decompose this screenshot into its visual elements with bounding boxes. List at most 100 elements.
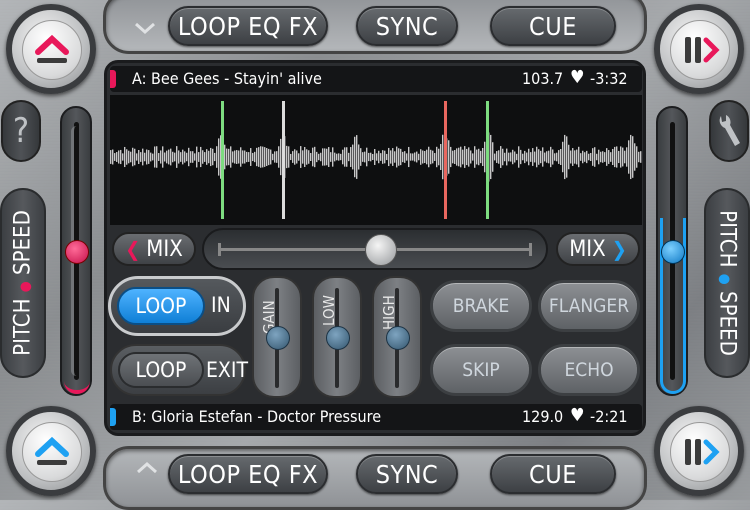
deck-b-up-button[interactable] (6, 406, 96, 496)
gain-knob[interactable] (266, 326, 290, 350)
waveform-sample (470, 150, 472, 164)
cue-button-top[interactable]: CUE (490, 6, 616, 46)
button-face (22, 422, 82, 482)
waveform-sample (156, 146, 158, 168)
waveform-sample (168, 149, 170, 165)
sync-button-top[interactable]: SYNC (356, 6, 458, 46)
waveform-sample (296, 150, 298, 164)
help-button[interactable]: ? (1, 100, 41, 162)
exit-label[interactable]: EXIT (206, 358, 248, 382)
deck-a-indicator (110, 70, 116, 88)
waveform-sample (600, 151, 602, 163)
deck-b-play-pause-button[interactable] (654, 406, 744, 496)
waveform-sample (212, 148, 214, 166)
waveform-sample (552, 149, 554, 165)
waveform-sample (272, 153, 274, 161)
waveform-sample (576, 149, 578, 165)
deck-a-pitch-speed-toggle[interactable]: PITCH ● SPEED (0, 188, 46, 378)
waveform-sample (400, 148, 402, 166)
beat-marker (486, 101, 489, 219)
brake-button[interactable]: BRAKE (430, 280, 532, 332)
crossfader-knob[interactable] (365, 234, 398, 266)
high-slider[interactable]: HIGH (372, 276, 422, 398)
waveform-sample (226, 148, 228, 166)
waveform-sample (544, 152, 546, 162)
loop-in-label[interactable]: IN (211, 293, 231, 317)
waveform-sample (540, 150, 542, 164)
waveform-sample (588, 153, 590, 161)
mix-right-button[interactable]: MIX ❯ (556, 232, 640, 266)
waveform-sample (192, 151, 194, 163)
waveform-sample (592, 148, 594, 166)
waveform-sample (326, 148, 328, 166)
waveform-sample (252, 152, 254, 162)
waveform-sample (496, 151, 498, 163)
waveform-sample (404, 151, 406, 163)
chevron-left-icon: ❮ (125, 237, 141, 261)
waveform-sample (206, 149, 208, 165)
loop-eq-fx-button-top[interactable]: LOOP EQ FX (168, 6, 328, 46)
help-icon: ? (12, 111, 30, 151)
waveform-sample (418, 153, 420, 161)
echo-button[interactable]: ECHO (538, 344, 640, 396)
waveform-sample (164, 152, 166, 162)
button-face (22, 20, 82, 80)
low-slider[interactable]: LOW (312, 276, 362, 398)
pitch-knob[interactable] (661, 240, 685, 264)
deck-a-play-pause-button[interactable] (654, 4, 744, 94)
waveform-sample (508, 152, 510, 162)
gain-slider[interactable]: GAIN (252, 276, 302, 398)
low-knob[interactable] (326, 326, 350, 350)
waveform-sample (120, 149, 122, 165)
waveform-sample (626, 147, 628, 167)
high-knob[interactable] (386, 326, 410, 350)
deck-a-up-button[interactable] (6, 4, 96, 94)
waveform-sample (360, 148, 362, 166)
loop-eq-fx-button-bottom[interactable]: LOOP EQ FX (168, 454, 328, 494)
waveform-sample (344, 147, 346, 167)
loop-button[interactable]: LOOP (117, 287, 205, 325)
dot-icon: ● (716, 273, 733, 285)
waveform-sample (198, 152, 200, 162)
waveform-sample (176, 146, 178, 168)
waveform-sample (294, 149, 296, 165)
waveform-sample (620, 146, 622, 168)
waveform-sample (430, 149, 432, 165)
waveform-sample (398, 148, 400, 166)
waveform-sample (244, 150, 246, 164)
waveform-sample (190, 151, 192, 163)
waveform-sample (150, 152, 152, 162)
waveform-sample (424, 150, 426, 164)
pitch-knob[interactable] (65, 240, 89, 264)
settings-button[interactable] (709, 100, 749, 162)
waveform-sample (458, 147, 460, 167)
deck-b-pitch-speed-toggle[interactable]: PITCH ● SPEED (704, 188, 750, 378)
button-face (670, 20, 730, 80)
heart-icon[interactable]: ♥ (570, 405, 585, 426)
waveform-sample (238, 150, 240, 164)
deck-a-pitch-slider[interactable] (60, 106, 92, 396)
waveform-display[interactable] (110, 95, 642, 225)
chevron-down-icon[interactable] (130, 16, 160, 40)
cue-button-bottom[interactable]: CUE (490, 454, 616, 494)
waveform-sample (334, 152, 336, 162)
loop-exit-button[interactable]: LOOP (118, 352, 204, 388)
beat-marker (282, 101, 285, 219)
mix-left-button[interactable]: ❮ MIX (112, 232, 196, 266)
waveform-sample (170, 148, 172, 166)
waveform-sample (628, 140, 630, 174)
chevron-up-icon[interactable] (132, 456, 162, 480)
crossfader[interactable] (202, 228, 548, 270)
sync-button-bottom[interactable]: SYNC (356, 454, 458, 494)
waveform-sample (580, 153, 582, 161)
deck-b-pitch-slider[interactable] (656, 106, 688, 396)
flanger-button[interactable]: FLANGER (538, 280, 640, 332)
waveform-sample (384, 150, 386, 164)
waveform-sample (188, 147, 190, 167)
waveform-sample (422, 150, 424, 164)
mix-left-label: MIX (146, 236, 183, 262)
skip-button[interactable]: SKIP (430, 344, 532, 396)
deck-a-track-title: A: Bee Gees - Stayin' alive (132, 69, 322, 88)
heart-icon[interactable]: ♥ (570, 67, 585, 88)
slider-base (64, 378, 90, 394)
